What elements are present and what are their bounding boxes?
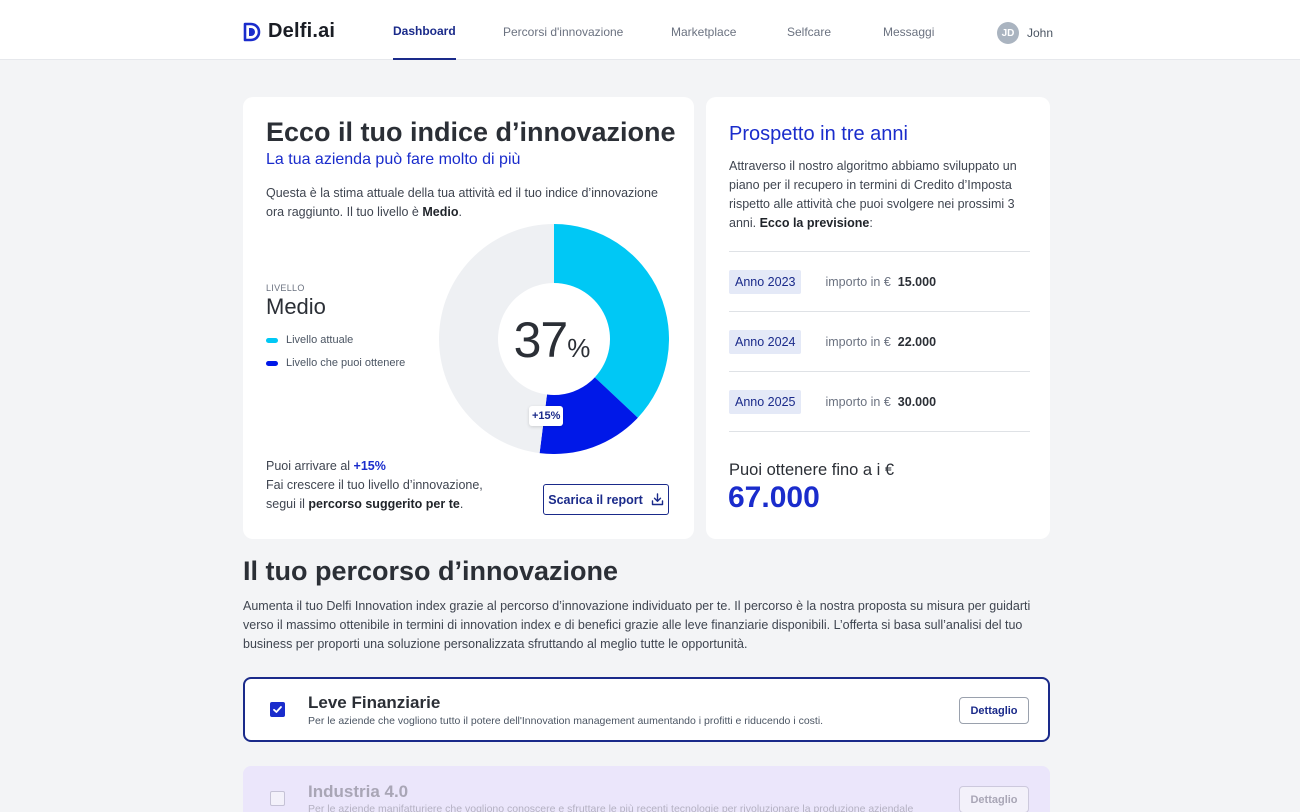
percent-value: 37 — [513, 312, 569, 368]
path-section-title: Il tuo percorso d’innovazione — [243, 556, 619, 586]
path-title: Leve Finanziarie — [308, 693, 441, 712]
detail-button[interactable]: Dettaglio — [959, 697, 1029, 724]
divider — [729, 311, 1030, 312]
delfi-logo-icon — [243, 22, 261, 41]
forecast-description: Attraverso il nostro algoritmo abbiamo s… — [729, 157, 1029, 233]
path-description: Per le aziende manifatturiere che voglio… — [308, 803, 914, 812]
brand-logo[interactable]: Delfi.ai — [242, 20, 335, 43]
legend-potential-swatch — [266, 360, 278, 366]
potential-line3: segui il — [266, 497, 309, 511]
path-card-industria-40[interactable]: Industria 4.0 Per le aziende manifatturi… — [243, 766, 1050, 812]
path-card-leve-finanziarie[interactable]: Leve Finanziarie Per le aziende che vogl… — [243, 677, 1050, 742]
donut-center-value: 37% — [496, 311, 608, 369]
innovation-index-card: Ecco il tuo indice d’innovazione La tua … — [243, 97, 694, 539]
percent-sign: % — [567, 333, 591, 363]
path-title: Industria 4.0 — [308, 782, 409, 801]
avatar: JD — [997, 22, 1019, 44]
potential-line3-bold: percorso suggerito per te — [308, 497, 460, 511]
forecast-row: Anno 2025 importo in € 30.000 — [729, 389, 1030, 415]
divider — [729, 371, 1030, 372]
user-menu[interactable]: JD John — [997, 22, 1053, 44]
divider — [729, 251, 1030, 252]
legend-potential-label: Livello che puoi ottenere — [286, 357, 406, 369]
nav-selfcare[interactable]: Selfcare — [787, 0, 831, 60]
download-report-button[interactable]: Scarica il report — [543, 484, 669, 515]
index-subtitle: La tua azienda può fare molto di più — [266, 151, 521, 168]
potential-line2: Fai crescere il tuo livello d’innovazion… — [266, 478, 483, 492]
nav-messaggi[interactable]: Messaggi — [883, 0, 934, 60]
legend-potential: Livello che puoi ottenere — [266, 357, 405, 369]
forecast-row: Anno 2024 importo in € 22.000 — [729, 329, 1030, 355]
nav-marketplace[interactable]: Marketplace — [671, 0, 736, 60]
detail-button[interactable]: Dettaglio — [959, 786, 1029, 812]
amount-value: 22.000 — [897, 335, 937, 349]
amount-label: importo in € — [825, 275, 891, 289]
potential-line3-end: . — [459, 497, 464, 511]
total-value: 67.000 — [728, 481, 820, 514]
year-badge: Anno 2024 — [729, 330, 802, 354]
potential-gain: +15% — [353, 459, 386, 473]
year-badge: Anno 2025 — [729, 390, 802, 414]
check-icon — [273, 706, 282, 713]
amount-label: importo in € — [825, 335, 891, 349]
forecast-card: Prospetto in tre anni Attraverso il nost… — [706, 97, 1050, 539]
path-section-description: Aumenta il tuo Delfi Innovation index gr… — [243, 599, 1031, 651]
amount-value: 15.000 — [897, 275, 937, 289]
index-desc-end: . — [458, 205, 462, 219]
forecast-desc-end: : — [869, 216, 873, 230]
legend-current-label: Livello attuale — [286, 334, 354, 346]
total-label: Puoi ottenere fino a i € — [729, 461, 895, 479]
index-desc-level: Medio — [422, 205, 459, 219]
divider — [729, 431, 1030, 432]
forecast-title: Prospetto in tre anni — [729, 123, 908, 145]
year-badge: Anno 2023 — [729, 270, 802, 294]
forecast-desc-bold: Ecco la previsione — [759, 216, 870, 230]
level-label: LIVELLO — [266, 283, 305, 293]
potential-line1: Puoi arrivare al — [266, 459, 354, 473]
path-checkbox[interactable] — [270, 702, 285, 717]
level-value: Medio — [266, 294, 326, 319]
top-nav: Delfi.ai Dashboard Percorsi d'innovazion… — [0, 0, 1300, 60]
path-checkbox[interactable] — [270, 791, 285, 806]
user-name: John — [1027, 26, 1054, 40]
nav-dashboard[interactable]: Dashboard — [393, 0, 456, 60]
brand-name: Delfi.ai — [268, 20, 336, 42]
path-description: Per le aziende che vogliono tutto il pot… — [308, 715, 824, 727]
index-desc-text: Questa è la stima attuale della tua atti… — [266, 186, 658, 219]
download-icon — [651, 493, 663, 506]
potential-text: Puoi arrivare al +15% Fai crescere il tu… — [266, 457, 483, 514]
download-report-label: Scarica il report — [548, 492, 643, 507]
gain-badge: +15% — [529, 406, 564, 426]
amount-value: 30.000 — [897, 395, 937, 409]
index-title: Ecco il tuo indice d’innovazione — [266, 117, 676, 147]
nav-percorsi[interactable]: Percorsi d'innovazione — [503, 0, 623, 60]
forecast-row: Anno 2023 importo in € 15.000 — [729, 269, 1030, 295]
amount-label: importo in € — [825, 395, 891, 409]
index-description: Questa è la stima attuale della tua atti… — [266, 184, 666, 222]
legend-current: Livello attuale — [266, 334, 353, 346]
legend-current-swatch — [266, 337, 278, 343]
